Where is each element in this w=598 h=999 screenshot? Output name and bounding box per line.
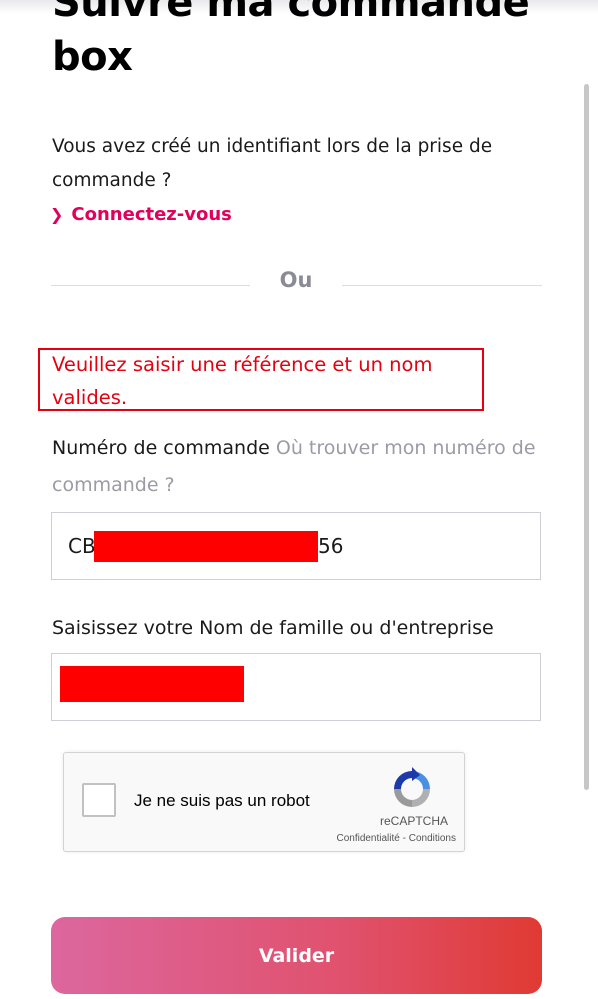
scrollbar[interactable]: [584, 84, 589, 790]
recaptcha-checkbox[interactable]: [82, 783, 116, 817]
login-question: Vous avez créé un identifiant lors de la…: [52, 136, 493, 191]
order-number-label: Numéro de commande: [52, 437, 270, 459]
recaptcha-links: Confidentialité - Conditions: [320, 833, 456, 844]
last-name-field[interactable]: [51, 653, 541, 721]
recaptcha-terms-link[interactable]: Conditions: [409, 833, 456, 844]
divider-line-left: [51, 285, 250, 286]
order-number-label-row: Numéro de commande Où trouver mon numéro…: [52, 430, 552, 504]
divider-line-right: [342, 285, 542, 286]
login-link[interactable]: ❯ Connectez-vous: [50, 200, 232, 230]
submit-button[interactable]: Valider: [51, 917, 542, 994]
error-message: Veuillez saisir une référence et un nom …: [52, 353, 433, 409]
recaptcha-widget: Je ne suis pas un robot reCAPTCHA Confid…: [63, 752, 465, 852]
recaptcha-privacy-link[interactable]: Confidentialité: [336, 833, 399, 844]
redaction-last-name: [60, 666, 244, 702]
order-number-value-suffix: 56: [318, 534, 344, 558]
recaptcha-label: Je ne suis pas un robot: [134, 791, 310, 810]
login-link-label: Connectez-vous: [71, 204, 232, 225]
order-number-value-prefix: CB: [68, 534, 96, 558]
recaptcha-brand: reCAPTCHA: [379, 814, 448, 828]
recaptcha-logo-icon: [394, 767, 430, 807]
order-number-field[interactable]: CB 56: [51, 512, 541, 580]
recaptcha-link-separator: -: [399, 833, 409, 844]
last-name-label: Saisissez votre Nom de famille ou d'entr…: [52, 617, 494, 639]
divider-label: Ou: [279, 268, 313, 292]
chevron-right-icon: ❯: [50, 205, 64, 224]
redaction-order-number: [94, 531, 318, 562]
page-title: Suivre ma commande box: [52, 0, 530, 80]
